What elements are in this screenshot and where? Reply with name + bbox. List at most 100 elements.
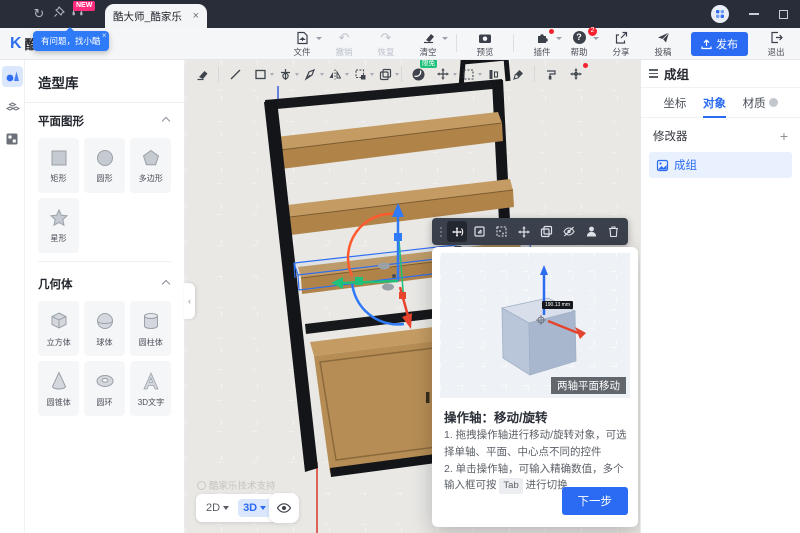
chevron-up-icon[interactable] bbox=[162, 117, 170, 125]
group-icon bbox=[656, 159, 669, 172]
add-modifier-button[interactable]: + bbox=[780, 130, 788, 142]
next-step-button[interactable]: 下一步 bbox=[562, 487, 629, 515]
window-maximize-button[interactable] bbox=[779, 10, 788, 19]
fill-tool-button[interactable] bbox=[193, 65, 211, 83]
object-toolbar bbox=[432, 218, 628, 245]
tab-close-icon[interactable]: × bbox=[193, 10, 199, 22]
sidebar-item-shape-library[interactable] bbox=[2, 66, 23, 87]
marquee-select-button[interactable] bbox=[459, 65, 477, 83]
help-button[interactable]: ? 2 帮助 bbox=[565, 30, 593, 58]
share-button[interactable]: 分享 bbox=[607, 30, 635, 58]
drag-handle-icon[interactable] bbox=[440, 227, 442, 237]
exit-button[interactable]: 退出 bbox=[762, 30, 790, 58]
rectangle-tool-button[interactable] bbox=[251, 65, 269, 83]
redo-button[interactable]: ↷ 恢复 bbox=[372, 30, 400, 58]
line-tool-button[interactable] bbox=[226, 65, 244, 83]
gizmo-red-dot bbox=[583, 63, 588, 68]
shape-card-cylinder[interactable]: 圆柱体 bbox=[130, 301, 171, 356]
shape-card-polygon[interactable]: 多边形 bbox=[130, 138, 171, 193]
shape-label: 圆锥体 bbox=[46, 396, 70, 407]
mirror-tool-button[interactable] bbox=[326, 65, 344, 83]
panel-title: 成组 bbox=[664, 64, 689, 83]
tab-coordinates[interactable]: 坐标 bbox=[663, 88, 686, 118]
section-tool-button[interactable] bbox=[351, 65, 369, 83]
sidebar-item-components[interactable] bbox=[2, 128, 23, 149]
shape-label: 圆环 bbox=[96, 396, 112, 407]
caret-icon bbox=[395, 73, 399, 76]
move-object-button[interactable] bbox=[514, 221, 534, 242]
shape-card-rectangle[interactable]: 矩形 bbox=[38, 138, 79, 193]
visibility-button[interactable] bbox=[269, 493, 299, 523]
shape-card-sphere[interactable]: 球体 bbox=[84, 301, 125, 356]
cube-icon bbox=[48, 310, 70, 332]
plugin-button[interactable]: 插件 bbox=[528, 30, 556, 58]
copy-object-button[interactable] bbox=[537, 221, 557, 242]
shape-card-cube[interactable]: 立方体 bbox=[38, 301, 79, 356]
3d-viewport[interactable]: 限免 bbox=[185, 60, 640, 533]
viewport-toolbar: 限免 bbox=[185, 60, 640, 88]
view-2d-button[interactable]: 2D bbox=[201, 499, 234, 517]
shape-card-cone[interactable]: 圆锥体 bbox=[38, 361, 79, 416]
submit-label: 投稿 bbox=[654, 46, 671, 58]
tutorial-popup: 190.13 mm 两轴平面移动 操作轴：移动/旋转 1. 拖拽操作轴进行移动/… bbox=[432, 247, 638, 527]
material-tool-button[interactable]: 限免 bbox=[409, 65, 427, 83]
view-3d-button[interactable]: 3D bbox=[238, 499, 271, 517]
shape-card-star[interactable]: 星形 bbox=[38, 198, 79, 253]
shape-label: 球体 bbox=[96, 336, 112, 347]
undo-icon: ↶ bbox=[339, 30, 350, 45]
help-badge: 2 bbox=[588, 27, 597, 36]
smart-select-tool-button[interactable] bbox=[492, 221, 512, 242]
tab-material[interactable]: 材质 bbox=[743, 88, 778, 118]
assistant-tooltip[interactable]: 有问题，找小酷 × bbox=[33, 31, 109, 51]
scale-tool-button[interactable] bbox=[469, 221, 489, 242]
align-tool-button[interactable] bbox=[484, 65, 502, 83]
gizmo-settings-button[interactable] bbox=[567, 65, 585, 83]
pen-tool-button[interactable] bbox=[301, 65, 319, 83]
plane-section-title: 平面图形 bbox=[38, 113, 84, 129]
library-title: 造型库 bbox=[25, 60, 184, 103]
window-minimize-button[interactable] bbox=[749, 13, 759, 15]
assistant-tooltip-close-icon[interactable]: × bbox=[102, 31, 107, 40]
shape-card-circle[interactable]: 圆形 bbox=[84, 138, 125, 193]
axis-tool-button[interactable] bbox=[276, 65, 294, 83]
tab-object[interactable]: 对象 bbox=[703, 88, 726, 118]
redo-icon: ↷ bbox=[381, 30, 392, 45]
shape-label: 多边形 bbox=[138, 172, 162, 183]
clear-button[interactable]: 清空 bbox=[414, 30, 442, 58]
shape-label: 矩形 bbox=[50, 172, 66, 183]
pin-icon[interactable] bbox=[50, 5, 68, 23]
gizmo-plane-handle bbox=[382, 284, 394, 291]
undo-button[interactable]: ↶ 撤销 bbox=[330, 30, 358, 58]
hide-object-button[interactable] bbox=[559, 221, 579, 242]
pentagon-icon bbox=[141, 148, 161, 168]
submit-button[interactable]: 投稿 bbox=[649, 30, 677, 58]
preview-button[interactable]: 预览 bbox=[471, 30, 499, 58]
tutorial-caption: 两轴平面移动 bbox=[551, 377, 626, 394]
move-rotate-tool-button[interactable] bbox=[447, 221, 467, 242]
array-copy-tool-button[interactable] bbox=[376, 65, 394, 83]
plugin-label: 插件 bbox=[533, 46, 550, 58]
sidebar-item-models[interactable] bbox=[2, 97, 23, 118]
tutorial-step-1: 1. 拖拽操作轴进行移动/旋转对象，可选择单轴、平面、中心点不同的控件 bbox=[444, 427, 628, 461]
format-brush-button[interactable] bbox=[542, 65, 560, 83]
panel-collapse-handle[interactable]: ‹ bbox=[184, 283, 195, 319]
plugin-red-dot bbox=[549, 29, 554, 34]
publish-label: 发布 bbox=[716, 36, 738, 52]
list-icon bbox=[649, 69, 658, 78]
group-list-item[interactable]: 成组 bbox=[649, 152, 792, 178]
chevron-up-icon[interactable] bbox=[162, 280, 170, 288]
delete-object-button[interactable] bbox=[604, 221, 624, 242]
publish-button[interactable]: 发布 bbox=[691, 32, 748, 56]
copyright-icon bbox=[197, 481, 206, 490]
file-menu-button[interactable]: 文件 bbox=[288, 30, 316, 58]
new-badge: NEW bbox=[73, 1, 95, 11]
brush-tool-button[interactable] bbox=[509, 65, 527, 83]
browser-tab[interactable]: 酷大师_酷家乐 × bbox=[105, 4, 207, 28]
move-tool-button[interactable] bbox=[434, 65, 452, 83]
refresh-icon[interactable]: ↻ bbox=[30, 5, 48, 23]
member-feature-button[interactable] bbox=[581, 221, 601, 242]
camera-icon bbox=[478, 30, 492, 45]
shape-card-3d-text[interactable]: 3D文字 bbox=[130, 361, 171, 416]
shape-card-torus[interactable]: 圆环 bbox=[84, 361, 125, 416]
user-avatar[interactable] bbox=[711, 5, 729, 23]
